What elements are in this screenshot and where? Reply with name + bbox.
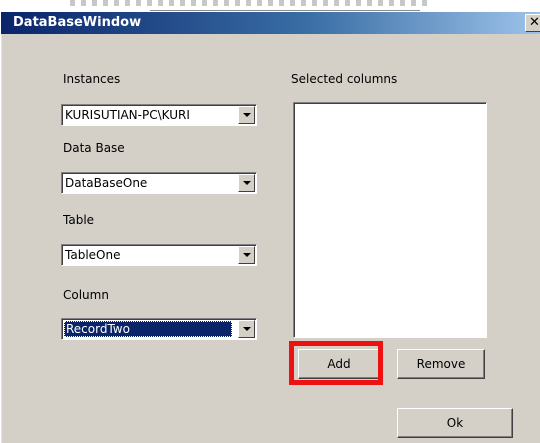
instances-label: Instances [63, 72, 121, 86]
remove-button[interactable]: Remove [397, 349, 485, 379]
column-combobox[interactable]: RecordTwo [61, 318, 257, 340]
window-title: DataBaseWindow [13, 15, 142, 30]
database-dropdown-arrow-icon[interactable] [238, 174, 255, 192]
ok-button[interactable]: Ok [397, 408, 513, 438]
database-label: Data Base [63, 141, 125, 155]
instances-value: KURISUTIAN-PC\KURI [65, 108, 190, 122]
database-combobox[interactable]: DataBaseOne [61, 172, 257, 194]
database-window: DataBaseWindow ✕ Instances KURISUTIAN-PC… [0, 12, 540, 443]
selected-columns-label: Selected columns [291, 72, 398, 86]
table-dropdown-arrow-icon[interactable] [238, 246, 255, 264]
screen: DataBaseWindow ✕ Instances KURISUTIAN-PC… [0, 0, 540, 443]
instances-dropdown-arrow-icon[interactable] [238, 106, 255, 124]
column-label: Column [63, 288, 109, 302]
close-icon: ✕ [529, 15, 540, 30]
column-dropdown-arrow-icon[interactable] [238, 320, 255, 338]
table-combobox[interactable]: TableOne [61, 244, 257, 266]
title-bar[interactable]: DataBaseWindow ✕ [1, 12, 540, 34]
add-button[interactable]: Add [298, 349, 380, 379]
table-value: TableOne [65, 248, 121, 262]
database-value: DataBaseOne [65, 176, 148, 190]
background-text-fragments [70, 0, 430, 6]
column-value: RecordTwo [64, 321, 232, 337]
selected-columns-listbox[interactable] [293, 102, 487, 338]
close-button[interactable]: ✕ [525, 14, 540, 32]
background-divider [150, 10, 420, 11]
table-label: Table [63, 213, 95, 227]
instances-combobox[interactable]: KURISUTIAN-PC\KURI [61, 104, 257, 126]
